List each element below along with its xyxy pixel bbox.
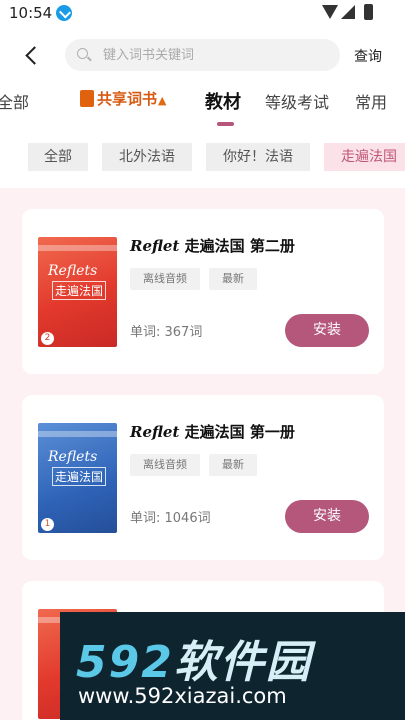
book-card[interactable]: Reflets 走遍法国 1 Reflet 走遍法国 第一册 离线音频 最新 单… <box>22 395 384 560</box>
book-cover: Reflets 走遍法国 1 <box>38 423 117 533</box>
word-count: 单词: 367词 <box>130 325 203 340</box>
book-icon <box>80 90 94 107</box>
download-icon <box>56 5 72 21</box>
watermark-overlay: 592软件园 www.592xiazai.com <box>60 612 405 720</box>
book-cover: Reflets 走遍法国 2 <box>38 237 117 347</box>
battery-icon <box>364 4 373 20</box>
filter-chip-all[interactable]: 全部 <box>28 143 88 171</box>
tab-common[interactable]: 常用 <box>355 89 387 113</box>
fire-icon: ▲ <box>158 94 167 107</box>
tab-level-exam[interactable]: 等级考试 <box>265 89 329 113</box>
book-title: Reflet 走遍法国 第二册 <box>130 237 295 255</box>
wifi-icon <box>322 5 338 19</box>
cover-title: 走遍法国 <box>52 467 107 486</box>
tab-shared[interactable]: 共享词书▲ <box>80 88 166 109</box>
query-button[interactable]: 查询 <box>354 46 382 66</box>
install-button[interactable]: 安装 <box>285 314 369 347</box>
search-box[interactable] <box>65 39 340 71</box>
tag-offline-audio: 离线音频 <box>130 454 200 476</box>
watermark-logo: 592软件园 <box>76 637 312 688</box>
book-title: Reflet 走遍法国 第一册 <box>130 423 295 441</box>
watermark-url: www.592xiazai.com <box>78 684 287 708</box>
signal-icon <box>341 5 355 19</box>
search-input[interactable] <box>103 39 333 71</box>
category-tabs: 全部 共享词书▲ 教材 等级考试 常用 <box>0 84 405 128</box>
search-icon <box>77 48 88 59</box>
cover-title: 走遍法国 <box>52 281 107 300</box>
install-button[interactable]: 安装 <box>285 500 369 533</box>
filter-chip-beiwai[interactable]: 北外法语 <box>102 143 192 171</box>
filter-chips: 全部 北外法语 你好！法语 走遍法国 <box>0 140 405 174</box>
back-button[interactable] <box>22 44 42 66</box>
tab-textbook[interactable]: 教材 <box>205 88 241 114</box>
status-time: 10:54 <box>9 4 53 22</box>
tab-shared-label: 共享词书 <box>97 90 158 108</box>
tag-newest: 最新 <box>209 268 257 290</box>
book-card[interactable]: Reflets 走遍法国 2 Reflet 走遍法国 第二册 离线音频 最新 单… <box>22 209 384 374</box>
active-tab-indicator <box>217 122 234 126</box>
word-count: 单词: 1046词 <box>130 511 211 526</box>
status-bar: 10:54 <box>0 0 405 28</box>
tag-offline-audio: 离线音频 <box>130 268 200 290</box>
cover-script: Reflets <box>48 263 98 279</box>
tab-all[interactable]: 全部 <box>0 89 29 113</box>
tag-newest: 最新 <box>209 454 257 476</box>
header: 查询 <box>0 38 405 72</box>
cover-script: Reflets <box>48 449 98 465</box>
filter-chip-reflets[interactable]: 走遍法国 <box>324 143 405 171</box>
cover-volume: 2 <box>41 332 54 345</box>
filter-chip-nihao[interactable]: 你好！法语 <box>206 143 310 171</box>
cover-volume: 1 <box>41 518 54 531</box>
